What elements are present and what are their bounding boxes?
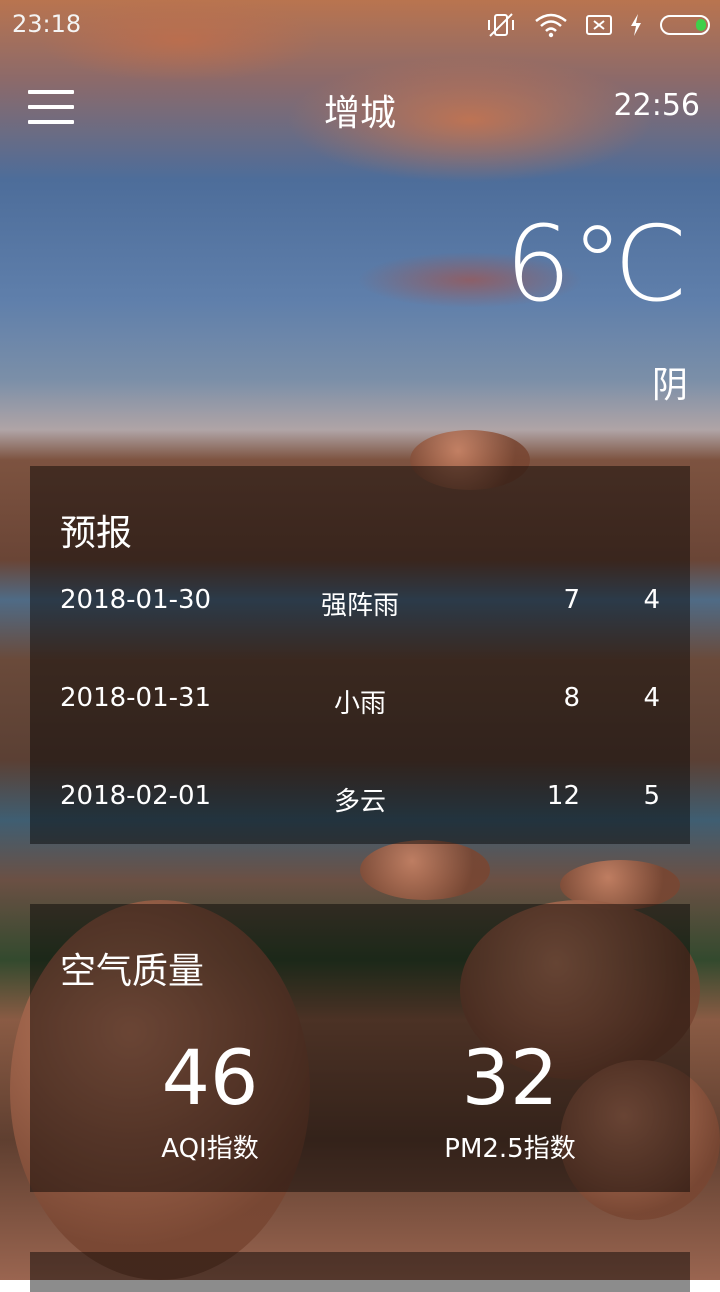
forecast-max-temp: 8	[563, 683, 580, 713]
wifi-icon	[535, 13, 567, 38]
air-quality-title: 空气质量	[60, 951, 205, 992]
forecast-weather: 多云	[333, 787, 386, 817]
sim-icon	[586, 15, 612, 35]
forecast-min-temp: 5	[643, 781, 660, 811]
forecast-row: 2018-01-31 小雨 8 4	[30, 683, 690, 723]
battery-icon	[660, 15, 710, 35]
forecast-date: 2018-02-01	[60, 781, 212, 811]
rock-decoration	[360, 840, 490, 900]
forecast-title: 预报	[60, 513, 133, 554]
pm25-value: 32	[461, 1033, 559, 1122]
forecast-min-temp: 4	[643, 683, 660, 713]
city-title: 增城	[323, 93, 396, 134]
forecast-row: 2018-02-01 多云 12 5	[30, 781, 690, 821]
aqi-label: AQI指数	[161, 1134, 259, 1164]
status-bar: 23:18	[0, 0, 720, 50]
current-temperature: 6℃	[505, 203, 688, 325]
forecast-date: 2018-01-30	[60, 585, 212, 615]
forecast-weather: 小雨	[333, 689, 386, 719]
next-panel-partial	[30, 1252, 690, 1292]
forecast-min-temp: 4	[643, 585, 660, 615]
forecast-max-temp: 12	[546, 781, 580, 811]
vibrate-icon	[488, 13, 514, 37]
pm25-label: PM2.5指数	[444, 1134, 576, 1164]
current-condition: 阴	[651, 365, 688, 406]
status-time: 23:18	[12, 10, 82, 38]
aqi-value: 46	[161, 1033, 259, 1122]
forecast-weather: 强阵雨	[320, 591, 399, 621]
forecast-date: 2018-01-31	[60, 683, 212, 713]
charging-icon	[631, 14, 641, 36]
update-time: 22:56	[613, 88, 700, 123]
forecast-max-temp: 7	[563, 585, 580, 615]
forecast-row: 2018-01-30 强阵雨 7 4	[30, 585, 690, 625]
